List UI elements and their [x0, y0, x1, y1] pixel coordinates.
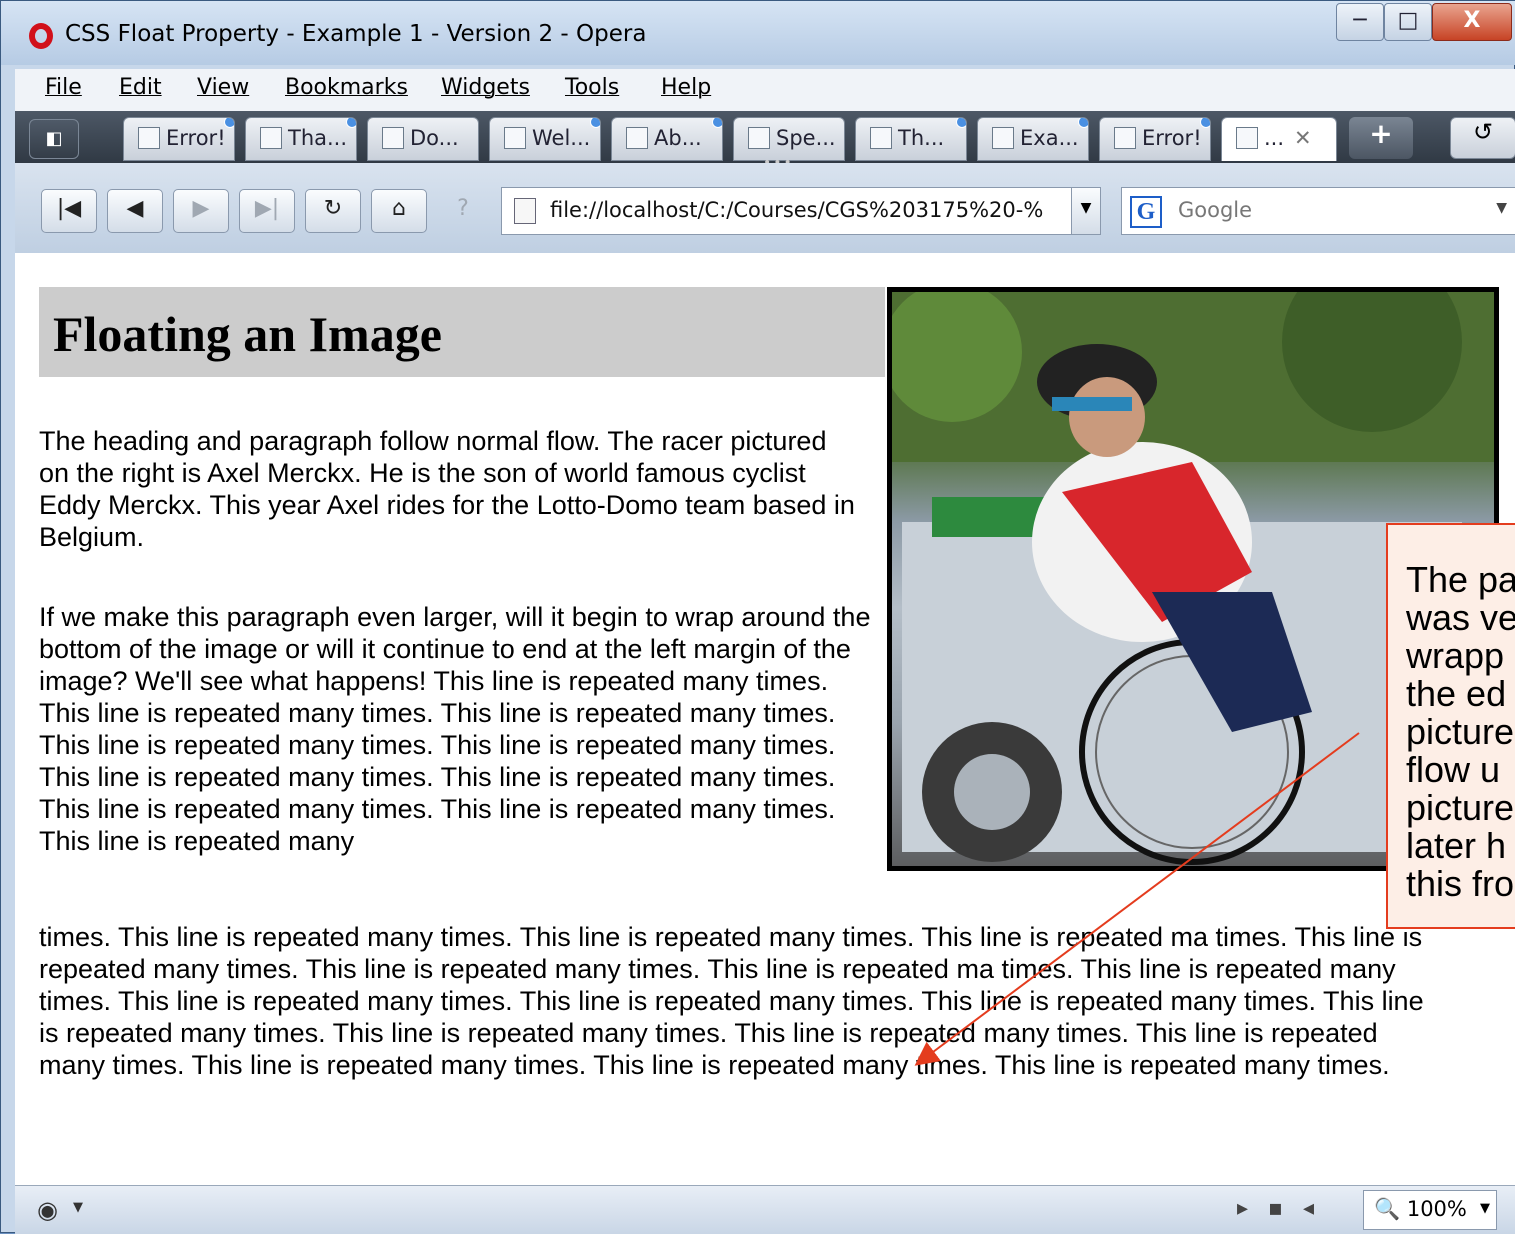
minimize-button[interactable]: ─ [1336, 3, 1384, 41]
chevron-down-icon[interactable]: ▼ [73, 1200, 83, 1215]
panel-toggle-icon[interactable]: ◧ [29, 119, 79, 159]
tab[interactable]: Do... [367, 117, 479, 161]
menu-widgets[interactable]: Widgets [441, 75, 530, 100]
callout-line: flow u [1406, 749, 1501, 790]
close-button[interactable]: X [1432, 3, 1512, 41]
annotation-callout: The pa was ve wrapp the ed picture flow … [1386, 523, 1515, 929]
page-icon [992, 127, 1014, 149]
tab-close-icon[interactable]: ✕ [1294, 126, 1312, 150]
tab-label: ... [1264, 126, 1285, 150]
status-bar: ◉ ▼ ▸▪◂ ▤▾ 🔍 100% ▼ [15, 1185, 1515, 1234]
paragraph-wrap-continued: times. This line is repeated many times.… [39, 922, 1424, 1080]
callout-line: wrapp [1406, 635, 1505, 676]
rewind-button[interactable]: |◀ [41, 189, 97, 233]
tab-label: Error! [1142, 126, 1202, 150]
address-dropdown-button[interactable]: ▼ [1071, 187, 1101, 235]
grid-icon [748, 127, 770, 149]
tab[interactable]: Wel... [489, 117, 601, 161]
address-field[interactable]: file://localhost/C:/Courses/CGS%203175%2… [501, 187, 1091, 235]
page-icon [1236, 127, 1258, 149]
window-title: CSS Float Property - Example 1 - Version… [65, 21, 647, 47]
search-placeholder: Google [1178, 198, 1253, 222]
menu-file[interactable]: File [45, 75, 82, 100]
search-field[interactable]: G Google ▼ [1121, 187, 1515, 235]
forward-button[interactable]: ▶ [173, 189, 229, 233]
menu-bookmarks[interactable]: Bookmarks [285, 75, 408, 100]
address-text: file://localhost/C:/Courses/CGS%203175%2… [550, 198, 1044, 222]
tab-indicator [224, 118, 234, 128]
title-bar: CSS Float Property - Example 1 - Version… [1, 1, 1515, 65]
home-button[interactable]: ⌂ [371, 189, 427, 233]
tab-label: Spe... [776, 126, 836, 150]
tab-indicator [1078, 118, 1088, 128]
callout-line: this fro [1406, 863, 1515, 904]
tab-label: Th... [898, 126, 945, 150]
menu-view[interactable]: View [197, 75, 249, 100]
chat-icon [260, 127, 282, 149]
callout-line: The pa [1406, 559, 1515, 600]
paragraph-intro: The heading and paragraph follow normal … [39, 426, 855, 552]
tab-bar: ◧ Error! Tha... Do... Wel... Ab... Spe..… [15, 111, 1515, 171]
tab[interactable]: Exa... [977, 117, 1089, 161]
tab-label: Exa... [1020, 126, 1079, 150]
search-dropdown-icon[interactable]: ▼ [1496, 200, 1507, 216]
back-button[interactable]: ◀ [107, 189, 163, 233]
callout-line: was ve [1406, 597, 1515, 638]
closed-tabs-icon[interactable]: ↺ [1450, 117, 1515, 159]
callout-line: later h [1406, 825, 1507, 866]
page-icon [514, 198, 536, 224]
page-icon [626, 127, 648, 149]
tab-label: Error! [166, 126, 226, 150]
tab[interactable]: Error! [123, 117, 235, 161]
tab-indicator [712, 118, 722, 128]
opera-logo-icon [29, 23, 53, 49]
tab[interactable]: Th... [855, 117, 967, 161]
reload-button[interactable]: ↻ [305, 189, 361, 233]
zoom-icon: 🔍 [1374, 1197, 1407, 1221]
chat-icon [870, 127, 892, 149]
download-icon [382, 127, 404, 149]
menu-edit[interactable]: Edit [119, 75, 162, 100]
menu-help[interactable]: Help [661, 75, 711, 100]
tab-label: Wel... [532, 126, 591, 150]
tab-indicator [1200, 118, 1210, 128]
zoom-dropdown-icon[interactable]: ▼ [1480, 1201, 1490, 1216]
tab-active[interactable]: ... ✕ [1221, 117, 1337, 161]
opera-icon [504, 127, 526, 149]
tab-indicator [346, 118, 356, 128]
fast-forward-button[interactable]: ▶| [239, 189, 295, 233]
callout-line: the ed [1406, 673, 1507, 714]
close-icon: X [1463, 8, 1481, 33]
callout-line: picture [1406, 711, 1515, 752]
page-icon [138, 127, 160, 149]
maximize-icon: □ [1397, 8, 1419, 33]
paragraph-wrap: If we make this paragraph even larger, w… [39, 602, 871, 856]
tab[interactable]: Tha... [245, 117, 357, 161]
tab-indicator [590, 118, 600, 128]
page-heading: Floating an Image [39, 287, 885, 377]
navigation-bar: |◀ ◀ ▶ ▶| ↻ ⌂ ? file://localhost/C:/Cour… [15, 163, 1515, 253]
tab-label: Tha... [288, 126, 348, 150]
wand-icon[interactable]: ? [435, 189, 491, 233]
tab[interactable]: Ab... [611, 117, 723, 161]
zoom-control[interactable]: 🔍 100% ▼ [1363, 1190, 1497, 1230]
globe-icon[interactable]: ◉ [37, 1196, 58, 1224]
minimize-icon: ─ [1353, 8, 1367, 33]
callout-line: picture [1406, 787, 1515, 828]
tab[interactable]: Error! [1099, 117, 1211, 161]
maximize-button[interactable]: □ [1384, 3, 1432, 41]
tab-indicator [956, 118, 966, 128]
page-icon [1114, 127, 1136, 149]
page-content: Floating an Image The heading and paragr… [15, 253, 1515, 1185]
new-tab-button[interactable]: + [1349, 117, 1413, 159]
menu-bar: File Edit View Bookmarks Widgets Tools H… [15, 69, 1515, 111]
google-icon: G [1130, 196, 1162, 228]
zoom-level: 100% [1406, 1197, 1467, 1221]
browser-window: CSS Float Property - Example 1 - Version… [0, 0, 1515, 1234]
tab-label: Do... [410, 126, 459, 150]
tab-label: Ab... [654, 126, 702, 150]
menu-tools[interactable]: Tools [565, 75, 619, 100]
